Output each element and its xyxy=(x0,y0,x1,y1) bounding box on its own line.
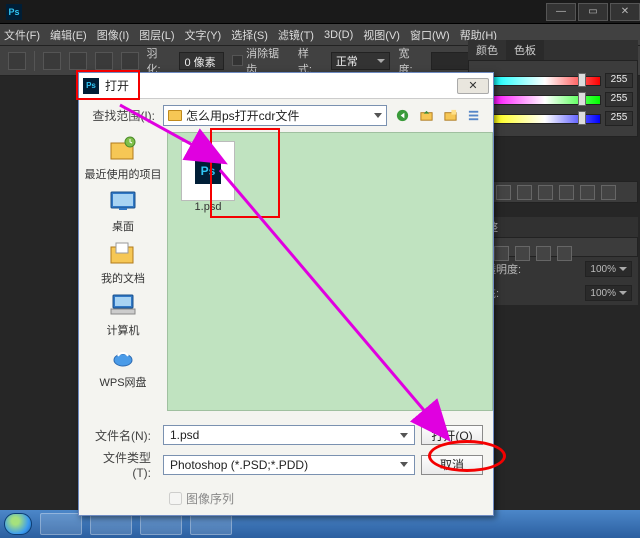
ps-logo: Ps xyxy=(6,4,22,20)
folder-name: 怎么用ps打开cdr文件 xyxy=(186,107,299,124)
window-minimize[interactable]: — xyxy=(546,3,576,21)
start-button[interactable] xyxy=(4,513,32,535)
task-item-explorer[interactable] xyxy=(90,513,132,535)
folder-icon xyxy=(168,110,182,121)
menu-item[interactable]: 3D(D) xyxy=(324,29,353,41)
place-desktop[interactable]: 桌面 xyxy=(83,186,163,234)
panel-icon[interactable] xyxy=(517,185,532,200)
place-recent[interactable]: 最近使用的项目 xyxy=(83,134,163,182)
new-folder-icon[interactable] xyxy=(441,107,459,125)
filetype-combo[interactable]: Photoshop (*.PSD;*.PDD) xyxy=(163,455,415,475)
r-value[interactable]: 255 xyxy=(605,73,633,88)
b-value[interactable]: 255 xyxy=(605,111,633,126)
marquee-mode-3-icon[interactable] xyxy=(95,52,113,70)
nav-up-icon[interactable] xyxy=(417,107,435,125)
marquee-mode-2-icon[interactable] xyxy=(69,52,87,70)
adjust-icon[interactable] xyxy=(515,246,530,261)
menu-item[interactable]: 图层(L) xyxy=(139,27,174,43)
file-name-label: 1.psd xyxy=(195,201,222,213)
image-sequence-checkbox xyxy=(169,492,182,505)
task-item-app[interactable] xyxy=(190,513,232,535)
cancel-button[interactable]: 取消 xyxy=(421,455,483,475)
nav-back-icon[interactable] xyxy=(393,107,411,125)
menu-item[interactable]: 选择(S) xyxy=(231,27,268,43)
file-thumbnail-icon: Ps xyxy=(181,141,235,201)
panel-icon[interactable] xyxy=(580,185,595,200)
panel-tab-swatches[interactable]: 色板 xyxy=(506,40,544,60)
place-documents[interactable]: 我的文档 xyxy=(83,238,163,286)
place-computer[interactable]: 计算机 xyxy=(83,290,163,338)
dialog-title: 打开 xyxy=(105,77,129,94)
adjust-icon[interactable] xyxy=(557,246,572,261)
style-dropdown[interactable]: 正常 xyxy=(331,52,391,70)
fill-dropdown[interactable]: 100% xyxy=(585,285,632,301)
filetype-label: 文件类型(T): xyxy=(89,449,157,480)
menu-item[interactable]: 编辑(E) xyxy=(50,27,87,43)
menu-item[interactable]: 视图(V) xyxy=(363,27,400,43)
panel-icon[interactable] xyxy=(601,185,616,200)
marquee-mode-4-icon[interactable] xyxy=(121,52,139,70)
panel-icon[interactable] xyxy=(538,185,553,200)
task-item-ie[interactable] xyxy=(40,513,82,535)
menu-item[interactable]: 图像(I) xyxy=(97,27,129,43)
menu-item[interactable]: 文字(Y) xyxy=(185,27,222,43)
dialog-title-icon: Ps xyxy=(83,78,99,94)
feather-input[interactable]: 0 像素 xyxy=(179,52,224,70)
window-maximize[interactable]: ▭ xyxy=(578,3,608,21)
width-input[interactable] xyxy=(431,52,471,70)
g-slider[interactable] xyxy=(489,95,601,105)
menu-item[interactable]: 窗口(W) xyxy=(410,27,450,43)
file-item[interactable]: Ps 1.psd xyxy=(176,141,240,213)
b-slider[interactable] xyxy=(489,114,601,124)
task-item-app[interactable] xyxy=(140,513,182,535)
adjust-icon[interactable] xyxy=(536,246,551,261)
lookin-dropdown[interactable]: 怎么用ps打开cdr文件 xyxy=(163,105,387,126)
panel-tab-color[interactable]: 颜色 xyxy=(468,40,506,60)
adjust-icon[interactable] xyxy=(494,246,509,261)
marquee-mode-1-icon[interactable] xyxy=(43,52,61,70)
image-sequence-label: 图像序列 xyxy=(186,490,234,507)
place-wps[interactable]: WPS网盘 xyxy=(83,342,163,390)
panel-icon[interactable] xyxy=(496,185,511,200)
open-button[interactable]: 打开(O) xyxy=(421,425,483,445)
filename-combo[interactable]: 1.psd xyxy=(163,425,415,445)
dialog-close-button[interactable]: ✕ xyxy=(457,78,489,94)
r-slider[interactable] xyxy=(489,76,601,86)
dialog-titlebar: Ps 打开 ✕ xyxy=(79,73,493,99)
menu-item[interactable]: 文件(F) xyxy=(4,27,40,43)
open-dialog: Ps 打开 ✕ 查找范围(I): 怎么用ps打开cdr文件 最近使用的项目 桌面 xyxy=(78,72,494,516)
lookin-label: 查找范围(I): xyxy=(89,107,157,124)
view-menu-icon[interactable] xyxy=(465,107,483,125)
tool-preset-icon[interactable] xyxy=(8,52,26,70)
places-bar: 最近使用的项目 桌面 我的文档 计算机 WPS网盘 xyxy=(83,132,163,411)
window-close[interactable]: ✕ xyxy=(610,3,640,21)
file-list[interactable]: Ps 1.psd xyxy=(167,132,493,411)
panel-icon[interactable] xyxy=(559,185,574,200)
g-value[interactable]: 255 xyxy=(605,92,633,107)
menu-item[interactable]: 滤镜(T) xyxy=(278,27,314,43)
opacity-dropdown[interactable]: 100% xyxy=(585,261,632,277)
filename-label: 文件名(N): xyxy=(89,427,157,444)
